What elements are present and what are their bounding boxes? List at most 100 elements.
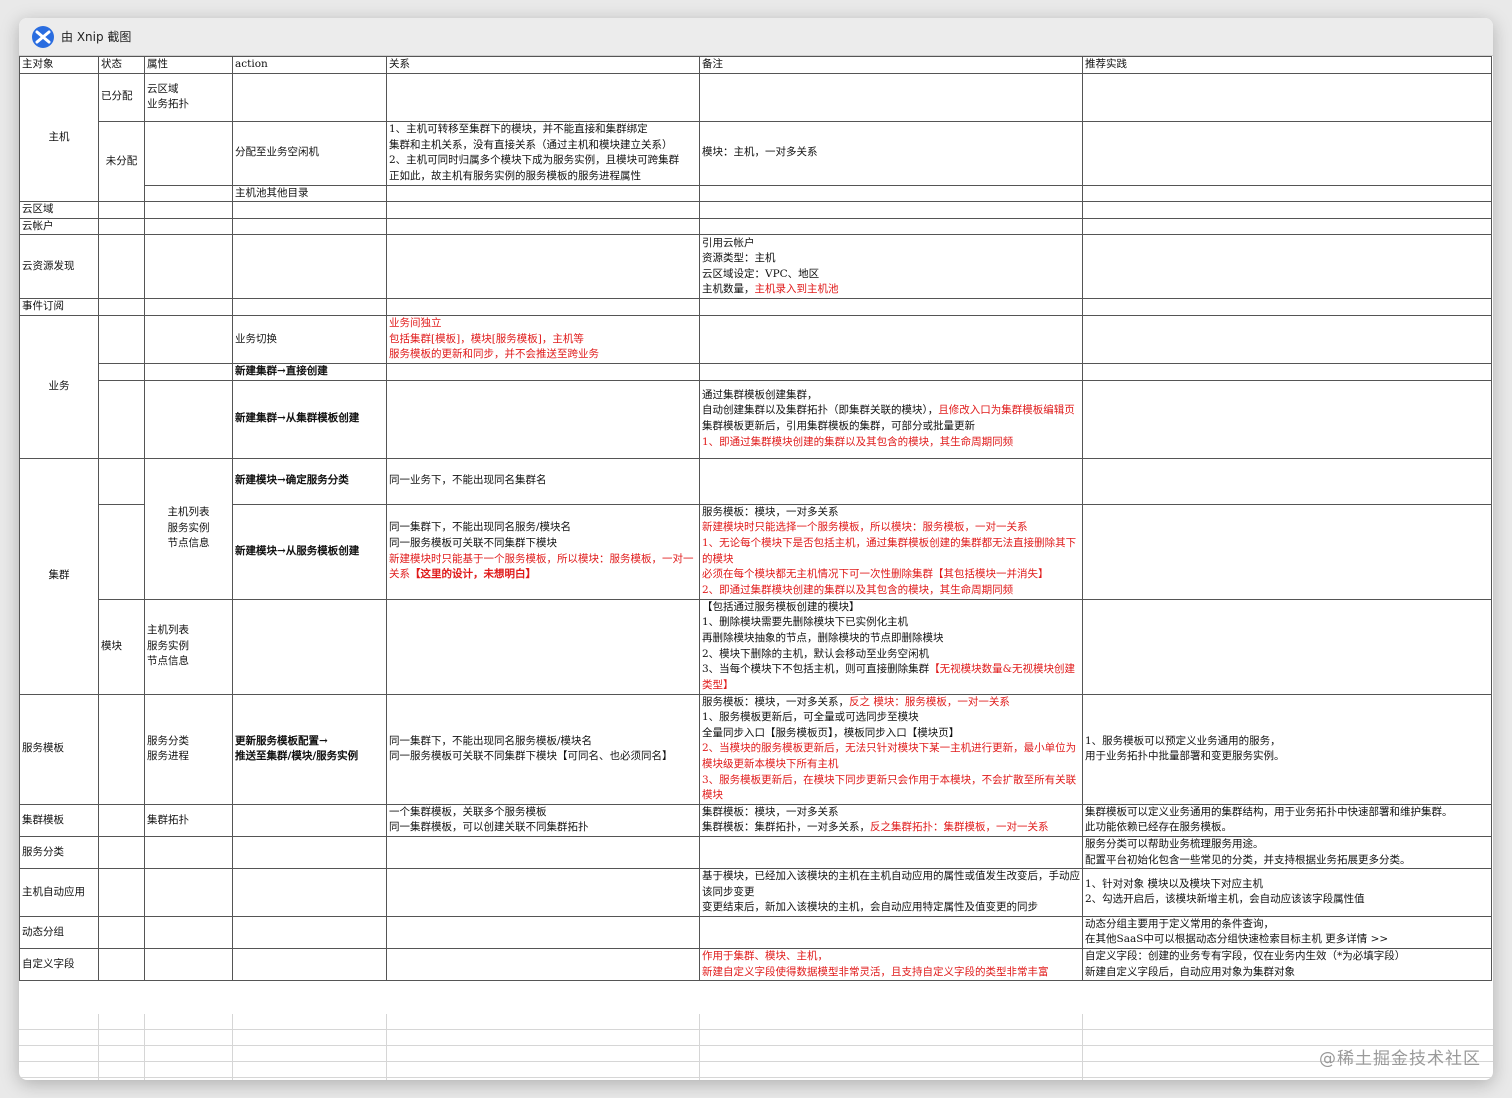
cell[interactable] bbox=[232, 234, 387, 300]
header-cell[interactable]: 推荐实践 bbox=[1082, 56, 1492, 74]
cell[interactable] bbox=[98, 915, 145, 950]
cell[interactable] bbox=[1082, 379, 1492, 459]
header-cell[interactable]: 状态 bbox=[98, 56, 145, 74]
cell-relation[interactable]: 同一集群下，不能出现同名服务/模块名 同一服务模板可关联不同集群下模块 新建模块… bbox=[386, 503, 700, 600]
cell[interactable] bbox=[98, 217, 145, 236]
cell-practice[interactable]: 动态分组主要用于定义常用的条件查询， 在其他SaaS中可以根据动态分组快速检索目… bbox=[1082, 915, 1492, 950]
cell[interactable] bbox=[144, 298, 233, 316]
cell-relation[interactable]: 业务间独立 包括集群[模板]，模块[服务模板]，主机等 服务模板的更新和同步，并… bbox=[386, 314, 700, 364]
cell[interactable] bbox=[1082, 362, 1492, 381]
cell[interactable] bbox=[386, 201, 700, 219]
cell-note[interactable]: 通过集群模板创建集群， 自动创建集群以及集群拓扑（即集群关联的模块），且修改入口… bbox=[699, 379, 1083, 459]
cell-action[interactable]: 新建集群→从集群模板创建 bbox=[232, 379, 387, 459]
cell-practice[interactable]: 自定义字段：创建的业务专有字段，仅在业务内生效（*为必填字段） 新建自定义字段后… bbox=[1082, 948, 1492, 982]
cell[interactable] bbox=[699, 457, 1083, 505]
cell[interactable] bbox=[386, 835, 700, 870]
cell-object[interactable]: 动态分组 bbox=[19, 915, 99, 950]
cell-note[interactable]: 服务模板：模块，一对多关系 新建模块时只能选择一个服务模板，所以模块：服务模板，… bbox=[699, 503, 1083, 600]
cell-note[interactable]: 集群模板：模块，一对多关系 集群模板：集群拓扑，一对多关系，反之集群拓扑：集群模… bbox=[699, 803, 1083, 837]
cell[interactable] bbox=[232, 915, 387, 950]
cell[interactable] bbox=[232, 72, 387, 122]
cell[interactable] bbox=[98, 457, 145, 505]
cell[interactable] bbox=[232, 598, 387, 695]
cell[interactable] bbox=[144, 868, 233, 917]
cell[interactable] bbox=[98, 298, 145, 316]
cell[interactable] bbox=[699, 184, 1083, 203]
cell[interactable] bbox=[98, 803, 145, 837]
cell[interactable] bbox=[144, 915, 233, 950]
cell[interactable] bbox=[386, 298, 700, 316]
cell-relation[interactable]: 同一集群下，不能出现同名服务模板/模块名 同一服务模板可关联不同集群下模块【可同… bbox=[386, 693, 700, 805]
cell-practice[interactable]: 1、针对对象 模块以及模块下对应主机 2、勾选开启后，该模块新增主机，会自动应该… bbox=[1082, 868, 1492, 917]
cell[interactable] bbox=[98, 314, 145, 364]
cell[interactable] bbox=[1082, 184, 1492, 203]
cell[interactable] bbox=[232, 803, 387, 837]
header-cell[interactable]: 主对象 bbox=[19, 56, 99, 74]
header-cell[interactable]: 备注 bbox=[699, 56, 1083, 74]
cell-attr[interactable]: 云区域 业务拓扑 bbox=[144, 72, 233, 122]
cell[interactable] bbox=[232, 868, 387, 917]
cell[interactable] bbox=[98, 379, 145, 459]
cell[interactable] bbox=[144, 201, 233, 219]
cell-practice[interactable]: 1、服务模板可以预定义业务通用的服务， 用于业务拓扑中批量部署和变更服务实例。 bbox=[1082, 693, 1492, 805]
cell[interactable] bbox=[699, 362, 1083, 381]
cell-note[interactable]: 模块：主机，一对多关系 bbox=[699, 120, 1083, 186]
cell[interactable] bbox=[699, 835, 1083, 870]
cell[interactable] bbox=[1082, 457, 1492, 505]
cell[interactable] bbox=[98, 948, 145, 982]
cell-action[interactable]: 主机池其他目录 bbox=[232, 184, 387, 203]
cell[interactable] bbox=[98, 868, 145, 917]
cell[interactable] bbox=[386, 234, 700, 300]
cell-object[interactable]: 云区域 bbox=[19, 201, 99, 219]
cell-relation[interactable]: 1、主机可转移至集群下的模块，并不能直接和集群绑定 集群和主机关系，没有直接关系… bbox=[386, 120, 700, 186]
cell-object[interactable]: 自定义字段 bbox=[19, 948, 99, 982]
cell[interactable] bbox=[98, 201, 145, 219]
header-cell[interactable]: action bbox=[232, 56, 387, 74]
cell[interactable] bbox=[699, 915, 1083, 950]
cell[interactable] bbox=[144, 835, 233, 870]
cell-object[interactable]: 服务模板 bbox=[19, 693, 99, 805]
cell[interactable] bbox=[98, 693, 145, 805]
cell[interactable] bbox=[386, 184, 700, 203]
cell[interactable] bbox=[386, 915, 700, 950]
cell-attr[interactable]: 集群拓扑 bbox=[144, 803, 233, 837]
header-cell[interactable]: 属性 bbox=[144, 56, 233, 74]
cell[interactable] bbox=[98, 835, 145, 870]
cell[interactable] bbox=[1082, 234, 1492, 300]
cell[interactable] bbox=[386, 217, 700, 236]
cell-relation[interactable]: 一个集群模板，关联多个服务模板 同一集群模板，可以创建关联不同集群拓扑 bbox=[386, 803, 700, 837]
cell-object-cluster[interactable]: 集群 bbox=[19, 457, 99, 695]
cell-attr[interactable]: 服务分类 服务进程 bbox=[144, 693, 233, 805]
cell-relation[interactable]: 同一业务下，不能出现同名集群名 bbox=[386, 457, 700, 505]
cell[interactable] bbox=[699, 217, 1083, 236]
cell-attr[interactable]: 主机列表 服务实例 节点信息 bbox=[144, 598, 233, 695]
cell[interactable] bbox=[144, 379, 233, 459]
cell-note[interactable]: 作用于集群、模块、主机， 新建自定义字段使得数据模型非常灵活，且支持自定义字段的… bbox=[699, 948, 1083, 982]
cell[interactable] bbox=[232, 201, 387, 219]
cell-attr[interactable] bbox=[144, 120, 233, 186]
cell[interactable] bbox=[98, 503, 145, 600]
cell[interactable] bbox=[144, 184, 233, 203]
cell-object[interactable]: 集群模板 bbox=[19, 803, 99, 837]
cell-status[interactable]: 已分配 bbox=[98, 72, 145, 122]
cell[interactable] bbox=[1082, 120, 1492, 186]
cell[interactable] bbox=[144, 314, 233, 364]
spreadsheet[interactable]: 主对象 状态 属性 action 关系 备注 推荐实践 主机 已分配 云区域 业… bbox=[19, 56, 1493, 1080]
cell-object-business[interactable]: 业务 bbox=[19, 314, 99, 459]
cell[interactable] bbox=[699, 72, 1083, 122]
cell-object-host[interactable]: 主机 bbox=[19, 72, 99, 203]
cell-status[interactable]: 未分配 bbox=[98, 120, 145, 203]
cell[interactable] bbox=[144, 217, 233, 236]
cell-action[interactable]: 分配至业务空闲机 bbox=[232, 120, 387, 186]
cell[interactable] bbox=[1082, 598, 1492, 695]
cell[interactable] bbox=[386, 72, 700, 122]
cell[interactable] bbox=[144, 362, 233, 381]
cell-status[interactable]: 模块 bbox=[98, 598, 145, 695]
cell-action[interactable]: 新建模块→从服务模板创建 bbox=[232, 503, 387, 600]
cell[interactable] bbox=[699, 298, 1083, 316]
cell-note[interactable]: 【包括通过服务模板创建的模块】 1、删除模块需要先删除模块下已实例化主机 再删除… bbox=[699, 598, 1083, 695]
cell[interactable] bbox=[1082, 217, 1492, 236]
cell-note[interactable]: 引用云帐户 资源类型：主机 云区域设定：VPC、地区 主机数量，主机录入到主机池 bbox=[699, 234, 1083, 300]
cell[interactable] bbox=[1082, 503, 1492, 600]
cell[interactable] bbox=[386, 379, 700, 459]
